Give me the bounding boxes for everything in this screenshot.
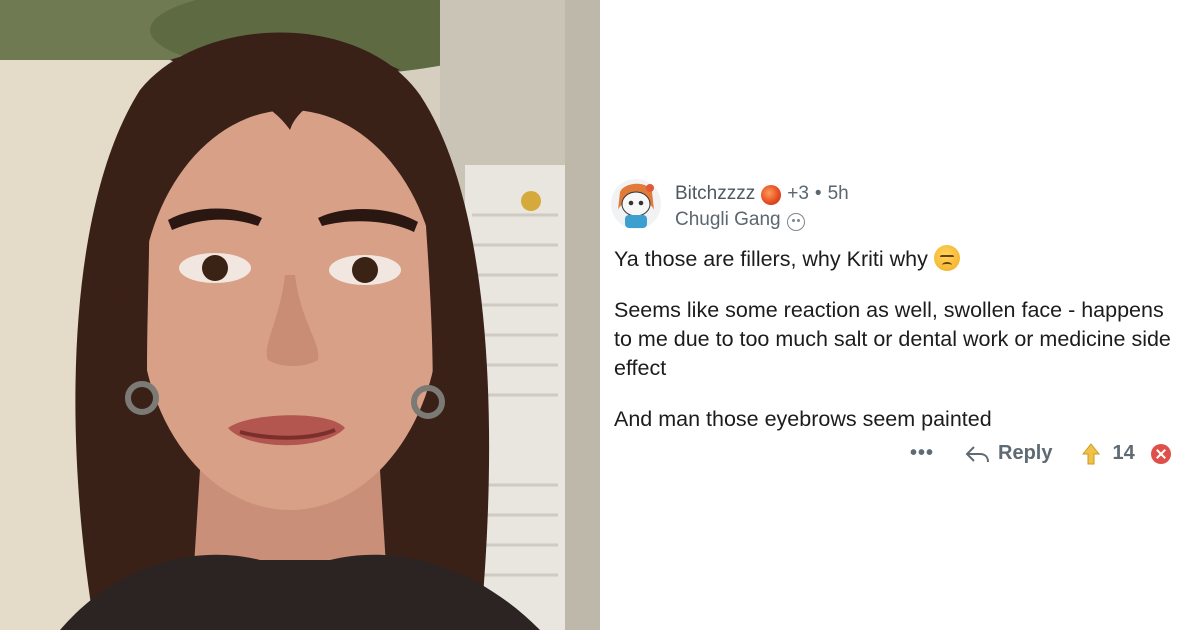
vote-group: 14 bbox=[1082, 442, 1135, 465]
comment-paragraph: And man those eyebrows seem painted bbox=[614, 407, 992, 431]
comment-actions: ••• Reply 14 bbox=[910, 442, 1171, 465]
reply-label: Reply bbox=[998, 442, 1053, 464]
reply-button[interactable]: Reply bbox=[964, 442, 1052, 465]
video-still-photo bbox=[0, 0, 600, 630]
vote-count: 14 bbox=[1112, 442, 1135, 464]
flair-label: Chugli Gang bbox=[675, 209, 781, 230]
reply-arrow-icon bbox=[965, 445, 990, 462]
woman-portrait-image bbox=[0, 0, 600, 630]
unamused-face-emoji bbox=[933, 245, 960, 271]
comment-paragraph: Seems like some reaction as well, swolle… bbox=[614, 298, 1171, 380]
reddit-avatar-icon[interactable] bbox=[610, 176, 662, 232]
comment-body: Ya those are fillers, why Kriti why Seem… bbox=[614, 245, 1184, 456]
comment-meta: Bitchzzzz +3 • 5h Chugli Gang bbox=[675, 182, 849, 232]
user-flair: Chugli Gang bbox=[675, 208, 849, 232]
upvote-icon[interactable] bbox=[1082, 442, 1101, 465]
downvote-icon[interactable] bbox=[1150, 443, 1171, 464]
meta-separator: • bbox=[814, 183, 822, 204]
username-link[interactable]: Bitchzzzz bbox=[675, 182, 755, 206]
reddit-comment: Bitchzzzz +3 • 5h Chugli Gang Ya those a… bbox=[600, 0, 1200, 630]
comment-header: Bitchzzzz +3 • 5h bbox=[675, 182, 849, 206]
snoo-icon bbox=[786, 213, 805, 231]
award-icon[interactable] bbox=[761, 185, 782, 205]
award-count[interactable]: +3 bbox=[787, 182, 809, 206]
more-options-button[interactable]: ••• bbox=[910, 442, 934, 465]
timestamp: 5h bbox=[827, 183, 849, 204]
comment-paragraph: Ya those are fillers, why Kriti why bbox=[614, 245, 1184, 274]
